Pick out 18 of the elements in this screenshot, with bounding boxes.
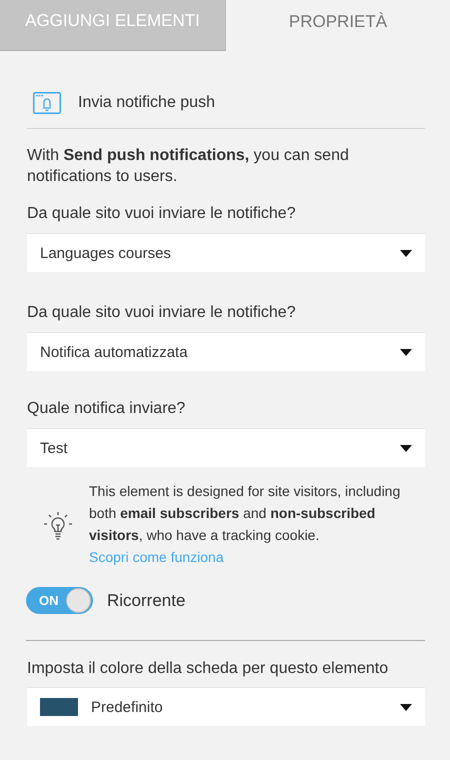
color-dropdown[interactable]: Predefinito bbox=[27, 687, 425, 726]
field-label: Imposta il colore della scheda per questo elemento bbox=[27, 659, 390, 679]
dropdown[interactable]: Languages courses bbox=[27, 233, 425, 272]
info-text: This element is designed for site visitors, including both email subscribers and non-subscribed visitors, who have a tracking cookie. Scopri come funziona bbox=[89, 482, 402, 567]
caret-icon bbox=[400, 348, 412, 356]
field-label: Da quale sito vuoi inviare le notifiche? bbox=[27, 204, 297, 224]
caret-icon bbox=[400, 704, 412, 710]
field-label: Quale notifica inviare? bbox=[27, 399, 186, 419]
description-text: With Send push notifications, you can send notifications to users. bbox=[27, 146, 350, 187]
lightbulb-icon bbox=[43, 510, 73, 542]
element-title: Invia notifiche push bbox=[78, 94, 215, 112]
dropdown[interactable]: Notifica automatizzata bbox=[27, 332, 425, 371]
field-label: Da quale sito vuoi inviare le notifiche? bbox=[27, 303, 297, 323]
toggle-label: Ricorrente bbox=[107, 590, 186, 610]
caret-icon bbox=[400, 444, 412, 452]
dropdown[interactable]: Test bbox=[27, 428, 425, 467]
browser-bell-icon bbox=[33, 92, 61, 114]
caret-icon bbox=[400, 250, 412, 256]
